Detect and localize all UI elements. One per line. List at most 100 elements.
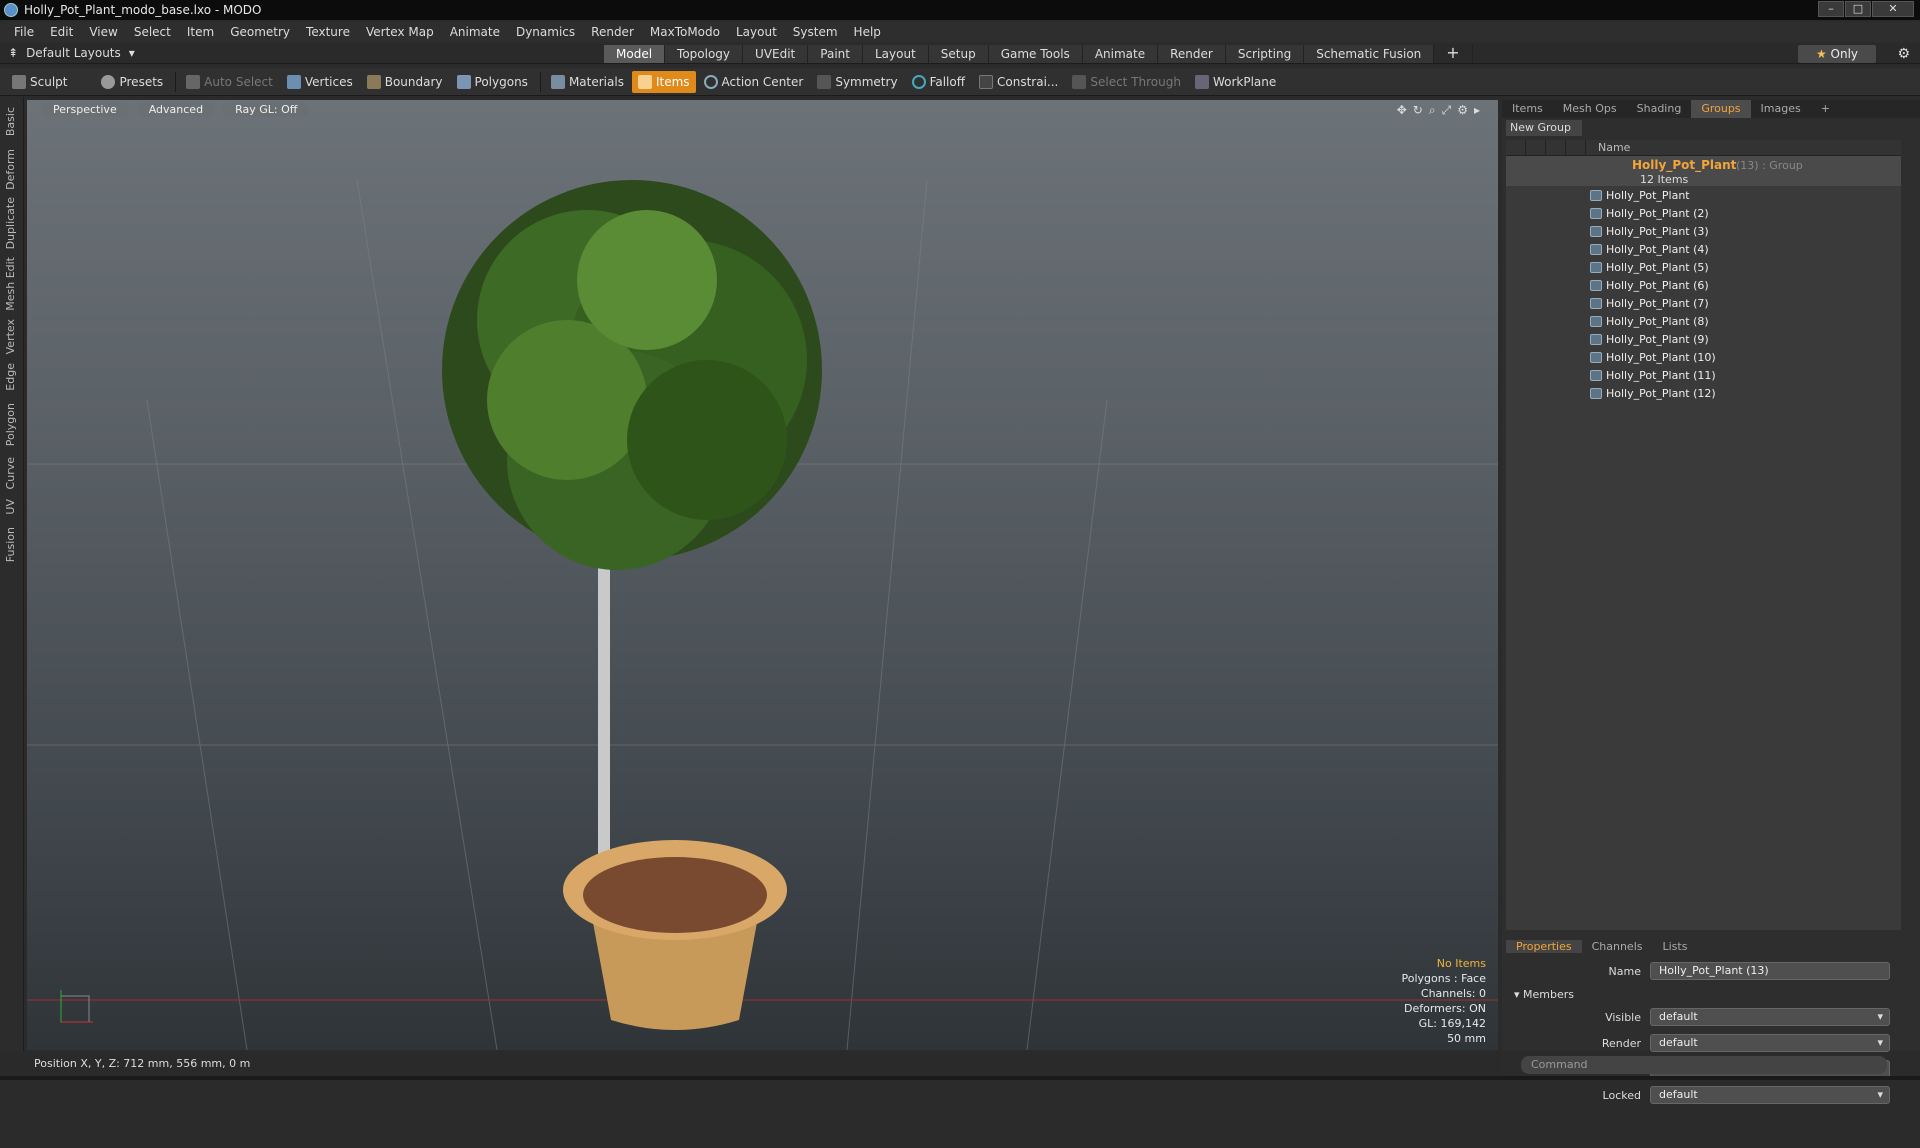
3d-viewport[interactable]: Perspective Advanced Ray GL: Off ✥ ↻ ⌕ ⤢… — [27, 100, 1498, 1050]
menu-view[interactable]: View — [81, 25, 125, 39]
close-button[interactable]: ✕ — [1872, 1, 1914, 17]
tab-setup[interactable]: Setup — [928, 45, 989, 63]
command-input[interactable]: Command — [1521, 1056, 1887, 1074]
boundary-button[interactable]: Boundary — [361, 71, 449, 93]
list-item[interactable]: Holly_Pot_Plant (3) — [1506, 222, 1901, 240]
menu-render[interactable]: Render — [583, 25, 642, 39]
menu-file[interactable]: File — [6, 25, 42, 39]
menu-texture[interactable]: Texture — [298, 25, 358, 39]
tab-uvedit[interactable]: UVEdit — [743, 45, 809, 63]
tab-deform[interactable]: Deform — [4, 149, 17, 190]
fit-icon[interactable]: ⤢ — [1442, 103, 1452, 118]
symmetry-button[interactable]: Symmetry — [811, 71, 903, 93]
menu-item[interactable]: Item — [179, 25, 222, 39]
visible-select[interactable]: default — [1650, 1008, 1890, 1026]
list-item[interactable]: Holly_Pot_Plant — [1506, 186, 1901, 204]
gear-icon[interactable]: ⚙ — [1897, 46, 1910, 62]
constraints-button[interactable]: Constrai... — [973, 71, 1064, 93]
menu-edit[interactable]: Edit — [42, 25, 81, 39]
lock-icon[interactable] — [1546, 139, 1566, 156]
expand-arrow-icon[interactable]: ▸ — [1474, 103, 1480, 118]
groups-tree[interactable]: Name Holly_Pot_Plant (13) : Group 12 Ite… — [1506, 139, 1901, 930]
add-tab-icon[interactable]: + — [1434, 45, 1473, 63]
select-through-button[interactable]: Select Through — [1066, 71, 1187, 93]
menu-help[interactable]: Help — [846, 25, 889, 39]
menu-system[interactable]: System — [785, 25, 846, 39]
falloff-button[interactable]: Falloff — [906, 71, 971, 93]
sculpt-button[interactable]: Sculpt — [6, 71, 73, 93]
shading-mode-button[interactable]: Advanced — [136, 103, 216, 117]
list-item[interactable]: Holly_Pot_Plant (11) — [1506, 366, 1901, 384]
presets-button[interactable]: Presets — [95, 71, 169, 93]
list-item[interactable]: Holly_Pot_Plant (4) — [1506, 240, 1901, 258]
render-select[interactable]: default — [1650, 1034, 1890, 1052]
only-button[interactable]: ★ Only — [1798, 45, 1876, 63]
raygl-button[interactable]: Ray GL: Off — [223, 103, 310, 117]
menu-vertex-map[interactable]: Vertex Map — [358, 25, 442, 39]
maximize-button[interactable]: □ — [1845, 1, 1871, 17]
visibility-eye-icon[interactable] — [1506, 139, 1526, 156]
tab-render[interactable]: Render — [1158, 45, 1226, 63]
tab-groups[interactable]: Groups — [1691, 100, 1751, 118]
select-icon[interactable] — [1566, 139, 1586, 156]
list-item[interactable]: Holly_Pot_Plant (7) — [1506, 294, 1901, 312]
minimize-button[interactable]: – — [1818, 1, 1844, 17]
render-icon[interactable] — [1526, 139, 1546, 156]
new-group-button[interactable]: New Group — [1506, 120, 1582, 136]
name-field[interactable]: Holly_Pot_Plant (13) — [1650, 962, 1890, 980]
tab-curve[interactable]: Curve — [4, 457, 17, 489]
action-center-button[interactable]: Action Center — [698, 71, 810, 93]
tab-layout[interactable]: Layout — [862, 45, 929, 63]
layouts-dropdown[interactable]: ⇞ Default Layouts ▾ — [8, 46, 135, 60]
list-item[interactable]: Holly_Pot_Plant (2) — [1506, 204, 1901, 222]
tab-mesh-edit[interactable]: Mesh Edit — [4, 257, 17, 311]
tab-items[interactable]: Items — [1502, 100, 1553, 118]
zoom-icon[interactable]: ⌕ — [1429, 103, 1436, 118]
tab-model[interactable]: Model — [604, 45, 666, 63]
items-button[interactable]: Items — [631, 70, 696, 93]
menu-layout[interactable]: Layout — [728, 25, 785, 39]
polygons-button[interactable]: Polygons — [451, 71, 534, 93]
menu-animate[interactable]: Animate — [442, 25, 508, 39]
menu-maxtomodo[interactable]: MaxToModo — [642, 25, 728, 39]
tab-images[interactable]: Images — [1751, 100, 1811, 118]
tab-topology[interactable]: Topology — [665, 45, 744, 63]
add-panel-tab-icon[interactable]: + — [1811, 100, 1840, 118]
list-item[interactable]: Holly_Pot_Plant (6) — [1506, 276, 1901, 294]
tab-basic[interactable]: Basic — [4, 107, 17, 136]
tab-lists[interactable]: Lists — [1653, 940, 1698, 953]
menu-select[interactable]: Select — [126, 25, 179, 39]
list-item[interactable]: Holly_Pot_Plant (10) — [1506, 348, 1901, 366]
vertices-button[interactable]: Vertices — [281, 71, 359, 93]
list-item[interactable]: Holly_Pot_Plant (9) — [1506, 330, 1901, 348]
tab-duplicate[interactable]: Duplicate — [4, 197, 17, 249]
tab-animate[interactable]: Animate — [1082, 45, 1159, 63]
viewport-gear-icon[interactable]: ⚙ — [1457, 103, 1468, 118]
view-mode-button[interactable]: Perspective — [41, 103, 129, 117]
tab-uv[interactable]: UV — [4, 499, 17, 515]
list-item[interactable]: Holly_Pot_Plant (5) — [1506, 258, 1901, 276]
tab-schematic-fusion[interactable]: Schematic Fusion — [1304, 45, 1435, 63]
auto-select-button[interactable]: Auto Select — [180, 71, 279, 93]
locked-select[interactable]: default — [1650, 1086, 1890, 1104]
tab-mesh-ops[interactable]: Mesh Ops — [1553, 100, 1627, 118]
pan-icon[interactable]: ✥ — [1397, 103, 1407, 118]
group-row[interactable]: Holly_Pot_Plant (13) : Group 12 Items — [1506, 156, 1901, 186]
rotate-icon[interactable]: ↻ — [1413, 103, 1423, 118]
tab-polygon[interactable]: Polygon — [4, 403, 17, 446]
list-item[interactable]: Holly_Pot_Plant (12) — [1506, 384, 1901, 402]
tab-game-tools[interactable]: Game Tools — [988, 45, 1083, 63]
tab-fusion[interactable]: Fusion — [4, 527, 17, 562]
tab-vertex[interactable]: Vertex — [4, 319, 17, 354]
tab-edge[interactable]: Edge — [4, 363, 17, 391]
tab-paint[interactable]: Paint — [808, 45, 863, 63]
materials-button[interactable]: Materials — [545, 71, 630, 93]
tab-channels[interactable]: Channels — [1582, 940, 1653, 953]
tab-scripting[interactable]: Scripting — [1225, 45, 1305, 63]
menu-geometry[interactable]: Geometry — [222, 25, 298, 39]
list-item[interactable]: Holly_Pot_Plant (8) — [1506, 312, 1901, 330]
members-section-header[interactable]: ▾ Members — [1514, 988, 1574, 1001]
tab-properties[interactable]: Properties — [1506, 939, 1582, 953]
tab-shading[interactable]: Shading — [1627, 100, 1692, 118]
menu-dynamics[interactable]: Dynamics — [508, 25, 583, 39]
